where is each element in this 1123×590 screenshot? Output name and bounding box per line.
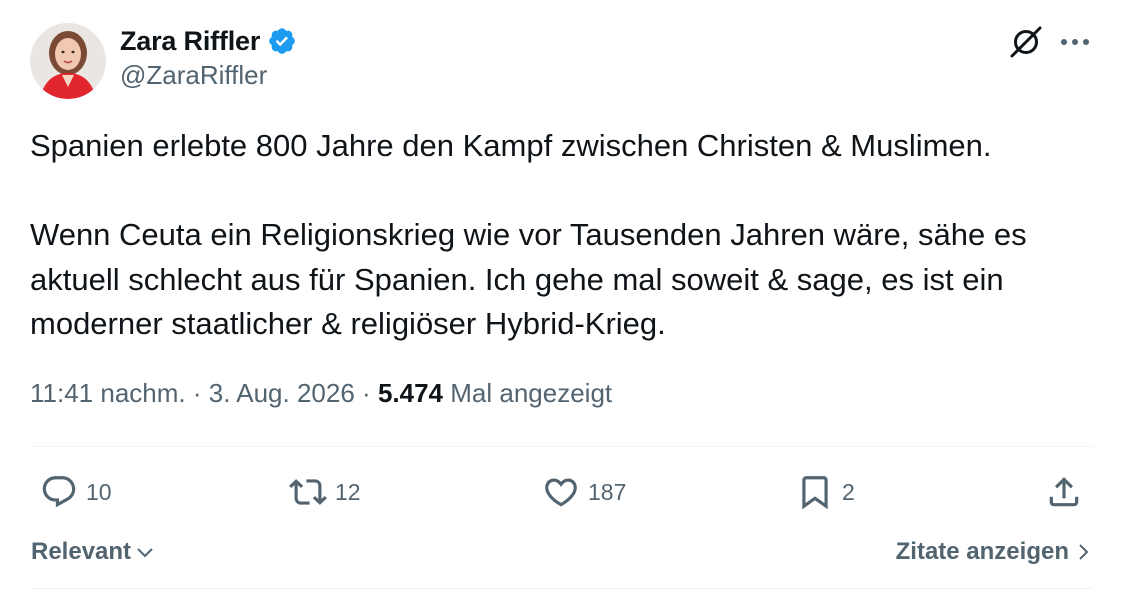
- views-count[interactable]: 5.474: [378, 378, 443, 408]
- divider: [30, 588, 1093, 589]
- chevron-right-icon: [1079, 544, 1089, 560]
- share-button[interactable]: [1045, 470, 1083, 514]
- tweet-card: Zara Riffler @ZaraRiffler Spanien erlebt…: [0, 0, 1123, 590]
- tweet-meta: 11:41 nachm. · 3. Aug. 2026 · 5.474 Mal …: [30, 378, 612, 409]
- tweet-time[interactable]: 11:41 nachm.: [30, 378, 186, 408]
- author-handle[interactable]: @ZaraRiffler: [120, 60, 297, 91]
- author-names: Zara Riffler @ZaraRiffler: [120, 24, 297, 91]
- bookmark-button[interactable]: 2: [796, 470, 855, 514]
- reply-count: 10: [86, 478, 112, 505]
- grok-button[interactable]: [1006, 22, 1046, 62]
- tweet-date[interactable]: 3. Aug. 2026: [209, 378, 355, 408]
- retweet-icon: [289, 479, 327, 505]
- retweet-count: 12: [335, 478, 361, 505]
- tweet-paragraph: Wenn Ceuta ein Religionskrieg wie vor Ta…: [30, 217, 1027, 341]
- meta-separator: ·: [192, 378, 202, 408]
- chevron-down-icon: [137, 548, 153, 558]
- more-dots-icon: [1061, 39, 1089, 45]
- bookmark-count: 2: [842, 478, 855, 505]
- reply-button[interactable]: 10: [40, 470, 112, 514]
- sort-label: Relevant: [31, 538, 132, 565]
- quotes-label: Zitate anzeigen: [895, 538, 1069, 565]
- bookmark-icon: [802, 476, 828, 510]
- tweet-paragraph: Spanien erlebte 800 Jahre den Kampf zwis…: [30, 128, 992, 163]
- grok-icon: [1010, 26, 1042, 58]
- tweet-header: Zara Riffler @ZaraRiffler: [30, 20, 1093, 102]
- author-display-name[interactable]: Zara Riffler: [120, 26, 260, 57]
- sort-replies-dropdown[interactable]: Relevant: [31, 534, 155, 570]
- views-label: Mal angezeigt: [450, 378, 613, 408]
- avatar[interactable]: [30, 23, 106, 99]
- name-row: Zara Riffler: [120, 24, 297, 58]
- reply-icon: [42, 476, 76, 508]
- view-quotes-link[interactable]: Zitate anzeigen: [896, 534, 1093, 570]
- like-count: 187: [588, 478, 627, 505]
- verified-badge-icon[interactable]: [267, 26, 297, 56]
- divider: [30, 446, 1093, 447]
- more-options-button[interactable]: [1055, 22, 1095, 62]
- heart-icon: [545, 478, 577, 507]
- share-icon: [1049, 477, 1079, 507]
- tweet-text: Spanien erlebte 800 Jahre den Kampf zwis…: [30, 124, 1093, 347]
- meta-separator: ·: [362, 378, 371, 408]
- like-button[interactable]: 187: [542, 470, 626, 514]
- retweet-button[interactable]: 12: [289, 470, 361, 514]
